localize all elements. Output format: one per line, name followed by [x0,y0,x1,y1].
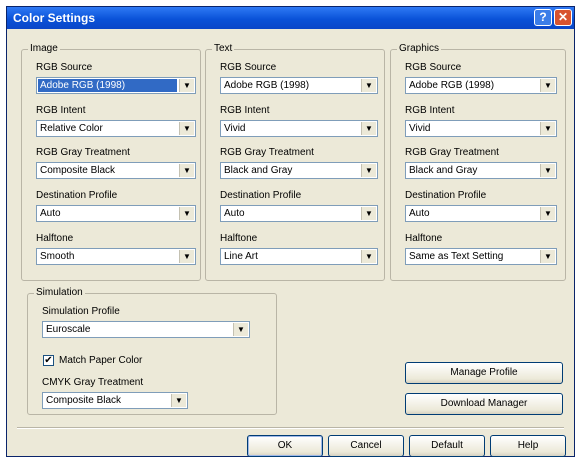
text-dest-profile-dropdown[interactable]: Auto ▼ [220,205,378,222]
image-rgb-intent-dropdown[interactable]: Relative Color ▼ [36,120,196,137]
text-halftone-label: Halftone [220,233,258,244]
graphics-rgb-source-value: Adobe RGB (1998) [409,80,495,91]
window-title: Color Settings [13,11,96,25]
graphics-group-label: Graphics [397,43,442,55]
image-dest-profile-value: Auto [40,208,61,219]
manage-profile-button[interactable]: Manage Profile [405,362,563,384]
text-rgb-source-dropdown[interactable]: Adobe RGB (1998) ▼ [220,77,378,94]
graphics-halftone-label: Halftone [405,233,443,244]
image-rgb-gray-value: Composite Black [40,165,116,176]
image-dest-profile-dropdown[interactable]: Auto ▼ [36,205,196,222]
text-rgb-gray-label: RGB Gray Treatment [220,147,314,158]
image-group-label: Image [28,43,60,55]
chevron-down-icon[interactable]: ▼ [361,250,376,263]
graphics-rgb-source-dropdown[interactable]: Adobe RGB (1998) ▼ [405,77,557,94]
text-halftone-dropdown[interactable]: Line Art ▼ [220,248,378,265]
graphics-halftone-value: Same as Text Setting [409,251,504,262]
cancel-button[interactable]: Cancel [328,435,404,457]
chevron-down-icon[interactable]: ▼ [540,250,555,263]
chevron-down-icon[interactable]: ▼ [171,394,186,407]
graphics-rgb-intent-value: Vivid [409,123,431,134]
chevron-down-icon[interactable]: ▼ [361,79,376,92]
graphics-rgb-gray-dropdown[interactable]: Black and Gray ▼ [405,162,557,179]
text-group: Text RGB Source Adobe RGB (1998) ▼ RGB I… [205,43,385,281]
chevron-down-icon[interactable]: ▼ [540,164,555,177]
graphics-dest-profile-label: Destination Profile [405,190,487,201]
graphics-rgb-gray-value: Black and Gray [409,165,478,176]
close-icon[interactable]: ✕ [554,9,572,26]
chevron-down-icon[interactable]: ▼ [233,323,248,336]
image-rgb-gray-dropdown[interactable]: Composite Black ▼ [36,162,196,179]
graphics-group: Graphics RGB Source Adobe RGB (1998) ▼ R… [390,43,566,281]
download-manager-button[interactable]: Download Manager [405,393,563,415]
text-group-label: Text [212,43,235,55]
ok-button[interactable]: OK [247,435,323,457]
chevron-down-icon[interactable]: ▼ [179,164,194,177]
color-settings-dialog: Color Settings ? ✕ Image RGB Source Adob… [6,6,575,457]
text-rgb-intent-dropdown[interactable]: Vivid ▼ [220,120,378,137]
graphics-dest-profile-dropdown[interactable]: Auto ▼ [405,205,557,222]
simulation-profile-label: Simulation Profile [42,306,120,317]
text-rgb-source-value: Adobe RGB (1998) [224,80,310,91]
match-paper-color-checkbox[interactable]: ✔ [43,355,54,366]
image-rgb-gray-label: RGB Gray Treatment [36,147,130,158]
cmyk-gray-dropdown[interactable]: Composite Black ▼ [42,392,188,409]
footer-divider [17,427,564,429]
help-button[interactable]: Help [490,435,566,457]
chevron-down-icon[interactable]: ▼ [361,207,376,220]
image-halftone-dropdown[interactable]: Smooth ▼ [36,248,196,265]
graphics-dest-profile-value: Auto [409,208,430,219]
chevron-down-icon[interactable]: ▼ [179,207,194,220]
image-halftone-value: Smooth [40,251,75,262]
graphics-rgb-source-label: RGB Source [405,62,462,73]
chevron-down-icon[interactable]: ▼ [179,79,194,92]
cmyk-gray-label: CMYK Gray Treatment [42,377,144,388]
text-halftone-value: Line Art [224,251,258,262]
text-rgb-intent-value: Vivid [224,123,246,134]
chevron-down-icon[interactable]: ▼ [361,164,376,177]
default-button[interactable]: Default [409,435,485,457]
chevron-down-icon[interactable]: ▼ [540,207,555,220]
text-dest-profile-value: Auto [224,208,245,219]
chevron-down-icon[interactable]: ▼ [540,79,555,92]
title-bar[interactable]: Color Settings ? ✕ [7,7,574,29]
text-rgb-gray-dropdown[interactable]: Black and Gray ▼ [220,162,378,179]
graphics-rgb-intent-label: RGB Intent [405,105,455,116]
graphics-rgb-intent-dropdown[interactable]: Vivid ▼ [405,120,557,137]
image-rgb-intent-value: Relative Color [40,123,103,134]
image-rgb-intent-label: RGB Intent [36,105,86,116]
text-rgb-source-label: RGB Source [220,62,277,73]
simulation-profile-value: Euroscale [46,324,91,335]
match-paper-color-label[interactable]: Match Paper Color [59,355,142,367]
simulation-profile-dropdown[interactable]: Euroscale ▼ [42,321,250,338]
graphics-rgb-gray-label: RGB Gray Treatment [405,147,499,158]
image-group: Image RGB Source Adobe RGB (1998) ▼ RGB … [21,43,201,281]
chevron-down-icon[interactable]: ▼ [540,122,555,135]
chevron-down-icon[interactable]: ▼ [361,122,376,135]
graphics-halftone-dropdown[interactable]: Same as Text Setting ▼ [405,248,557,265]
simulation-group-label: Simulation [34,287,85,299]
chevron-down-icon[interactable]: ▼ [179,250,194,263]
chevron-down-icon[interactable]: ▼ [179,122,194,135]
image-rgb-source-dropdown[interactable]: Adobe RGB (1998) ▼ [36,77,196,94]
simulation-group: Simulation Simulation Profile Euroscale … [27,287,277,415]
text-dest-profile-label: Destination Profile [220,190,302,201]
text-rgb-intent-label: RGB Intent [220,105,270,116]
image-rgb-source-value: Adobe RGB (1998) [38,79,177,92]
cmyk-gray-value: Composite Black [46,395,122,406]
image-rgb-source-label: RGB Source [36,62,93,73]
image-dest-profile-label: Destination Profile [36,190,118,201]
help-icon[interactable]: ? [534,9,552,26]
text-rgb-gray-value: Black and Gray [224,165,293,176]
image-halftone-label: Halftone [36,233,74,244]
